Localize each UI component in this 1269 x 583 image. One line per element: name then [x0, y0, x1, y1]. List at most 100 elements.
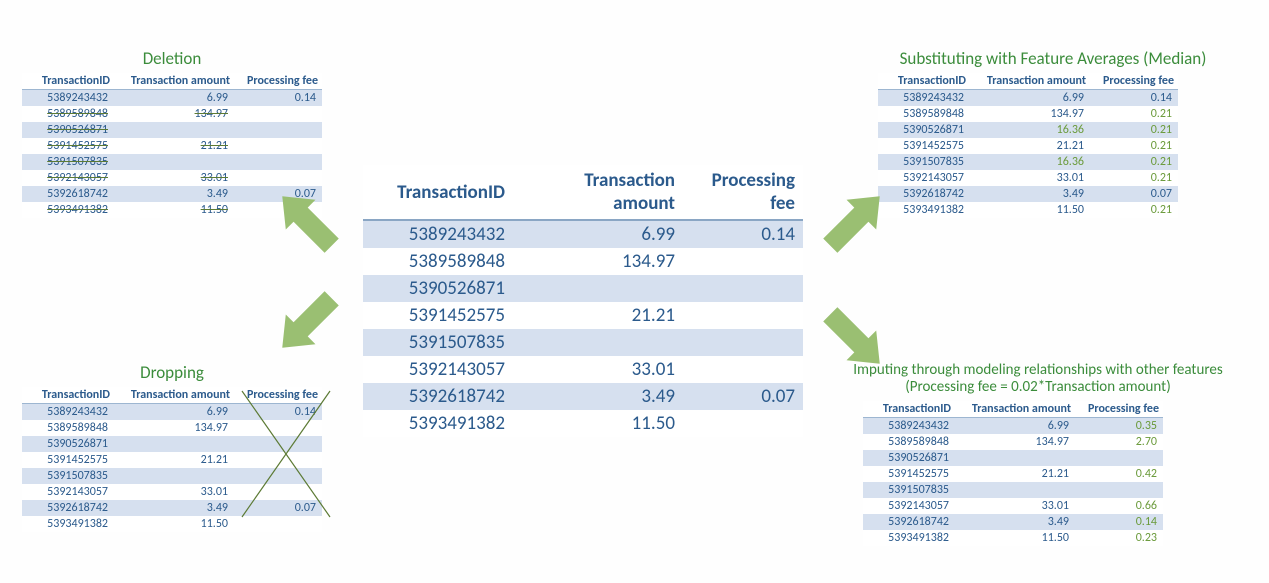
table-row: 539150783516.360.21	[878, 154, 1178, 170]
table-row: 53926187423.490.07	[363, 383, 803, 410]
cell-amount: 16.36	[970, 122, 1090, 138]
cell-amount: 21.21	[114, 452, 234, 468]
table-row: 539145257521.210.21	[878, 138, 1178, 154]
col-header: TransactionID	[22, 73, 114, 90]
cell-fee	[234, 516, 322, 532]
cell-fee: 0.66	[1075, 498, 1163, 514]
cell-id: 5393491382	[22, 202, 114, 218]
cell-amount: 21.21	[513, 302, 683, 329]
cell-id: 5389243432	[22, 90, 114, 107]
cell-amount: 16.36	[970, 154, 1090, 170]
table-row: 539145257521.21	[363, 302, 803, 329]
table-row: 539349138211.500.21	[878, 202, 1178, 218]
cell-fee: 0.14	[234, 404, 322, 421]
col-header: Processing fee	[683, 165, 803, 220]
cell-id: 5392618742	[22, 500, 114, 516]
cell-id: 5392618742	[22, 186, 114, 202]
cell-id: 5392143057	[878, 170, 970, 186]
cell-id: 5389243432	[878, 90, 970, 107]
cell-fee: 0.07	[683, 383, 803, 410]
table-median: TransactionID Transaction amount Process…	[878, 73, 1178, 218]
cell-id: 5390526871	[878, 122, 970, 138]
table-row: 53926187423.490.07	[22, 500, 322, 516]
cell-fee: 0.14	[1090, 90, 1178, 107]
cell-amount: 11.50	[114, 202, 234, 218]
table-row: 5390526871	[22, 436, 322, 452]
cell-fee	[234, 106, 322, 122]
cell-id: 5391452575	[22, 138, 114, 154]
table-row: 5389589848134.97	[363, 248, 803, 275]
table-row: 539145257521.21	[22, 452, 322, 468]
cell-id: 5391507835	[363, 329, 513, 356]
cell-amount: 33.01	[114, 170, 234, 186]
cell-fee	[683, 329, 803, 356]
cell-amount: 21.21	[114, 138, 234, 154]
cell-fee: 0.21	[1090, 202, 1178, 218]
cell-amount	[955, 482, 1075, 498]
col-header: Processing fee	[234, 387, 322, 404]
table-row: 539214305733.01	[22, 484, 322, 500]
table-row: 5390526871	[22, 122, 322, 138]
cell-fee: 0.21	[1090, 138, 1178, 154]
cell-id: 5389589848	[363, 248, 513, 275]
cell-amount: 3.49	[114, 186, 234, 202]
cell-fee	[683, 356, 803, 383]
cell-id: 5392618742	[863, 514, 955, 530]
cell-amount	[114, 154, 234, 170]
table-row: 539145257521.21	[22, 138, 322, 154]
cell-fee: 0.07	[234, 500, 322, 516]
cell-amount: 11.50	[114, 516, 234, 532]
cell-id: 5391452575	[863, 466, 955, 482]
cell-amount	[513, 329, 683, 356]
cell-amount: 33.01	[955, 498, 1075, 514]
cell-amount: 134.97	[955, 434, 1075, 450]
table-row: 539349138211.500.23	[863, 530, 1163, 546]
cell-fee: 0.21	[1090, 170, 1178, 186]
panel-title-imputing: Imputing through modeling relationships …	[838, 362, 1238, 397]
table-row: 5389589848134.972.70	[863, 434, 1163, 450]
cell-id: 5389589848	[22, 420, 114, 436]
panel-source: TransactionID Transaction amount Process…	[363, 165, 803, 437]
col-header: TransactionID	[22, 387, 114, 404]
cell-fee	[683, 248, 803, 275]
table-row: 5391507835	[863, 482, 1163, 498]
table-row: 539145257521.210.42	[863, 466, 1163, 482]
cell-amount: 11.50	[955, 530, 1075, 546]
table-row: 539214305733.01	[22, 170, 322, 186]
panel-imputing: Imputing through modeling relationships …	[838, 362, 1238, 546]
cell-id: 5389243432	[22, 404, 114, 421]
col-header: Transaction amount	[513, 165, 683, 220]
table-row: 53926187423.490.07	[878, 186, 1178, 202]
cell-id: 5391452575	[363, 302, 513, 329]
cell-id: 5391507835	[863, 482, 955, 498]
cell-amount: 33.01	[513, 356, 683, 383]
cell-fee: 0.21	[1090, 154, 1178, 170]
cell-amount: 134.97	[114, 420, 234, 436]
cell-amount: 21.21	[955, 466, 1075, 482]
table-row: 5391507835	[22, 154, 322, 170]
table-row: 5389589848134.97	[22, 420, 322, 436]
table-row: 53892434326.990.14	[22, 404, 322, 421]
table-row: 539052687116.360.21	[878, 122, 1178, 138]
cell-id: 5391507835	[878, 154, 970, 170]
col-header: Processing fee	[1090, 73, 1178, 90]
table-row: 539349138211.50	[363, 410, 803, 437]
table-source: TransactionID Transaction amount Process…	[363, 165, 803, 437]
cell-fee: 0.07	[1090, 186, 1178, 202]
cell-amount: 3.49	[955, 514, 1075, 530]
panel-deletion: Deletion TransactionID Transaction amoun…	[22, 48, 322, 218]
cell-amount: 11.50	[513, 410, 683, 437]
cell-id: 5391507835	[22, 154, 114, 170]
cell-id: 5392143057	[22, 170, 114, 186]
cell-amount: 6.99	[970, 90, 1090, 107]
table-row: 5390526871	[363, 275, 803, 302]
cell-id: 5393491382	[22, 516, 114, 532]
panel-dropping: Dropping TransactionID Transaction amoun…	[22, 362, 322, 532]
table-row: 539214305733.010.66	[863, 498, 1163, 514]
cell-fee	[1075, 450, 1163, 466]
cell-fee	[683, 302, 803, 329]
cell-fee: 0.21	[1090, 106, 1178, 122]
cell-id: 5389589848	[863, 434, 955, 450]
cell-amount	[114, 468, 234, 484]
cell-id: 5390526871	[22, 122, 114, 138]
